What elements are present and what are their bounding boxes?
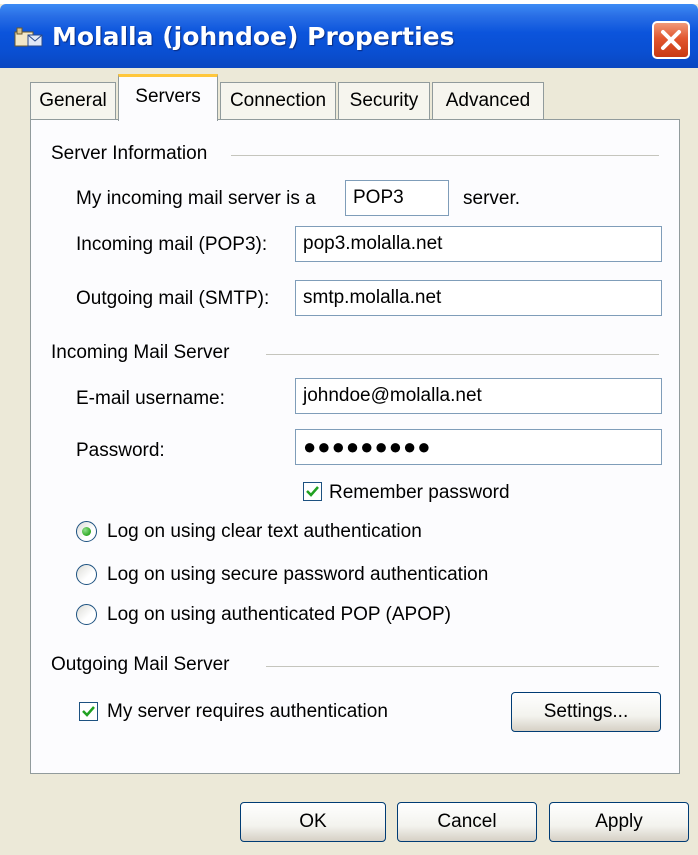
auth-apop-label[interactable]: Log on using authenticated POP (APOP) [107, 604, 451, 626]
server-information-heading: Server Information [51, 143, 208, 164]
password-label: Password: [76, 440, 165, 461]
remember-password-checkbox[interactable] [303, 482, 322, 501]
auth-secure-password-label[interactable]: Log on using secure password authenticat… [107, 564, 488, 586]
server-type-suffix: server. [463, 188, 521, 209]
auth-secure-password-radio[interactable] [76, 564, 97, 585]
outgoing-mail-label: Outgoing mail (SMTP): [76, 288, 270, 309]
properties-dialog: Molalla (johndoe) Properties General Ser… [0, 4, 698, 855]
requires-authentication-label[interactable]: My server requires authentication [107, 701, 388, 723]
email-username-input[interactable]: johndoe@molalla.net [295, 378, 662, 414]
close-button[interactable] [652, 21, 690, 59]
radio-selected-dot [82, 527, 91, 536]
auth-clear-text-label[interactable]: Log on using clear text authentication [107, 521, 422, 543]
tab-servers[interactable]: Servers [118, 74, 218, 121]
title-bar[interactable]: Molalla (johndoe) Properties [0, 4, 698, 68]
remember-password-label[interactable]: Remember password [329, 482, 510, 504]
ok-button[interactable]: OK [240, 802, 386, 842]
incoming-mail-input[interactable]: pop3.molalla.net [295, 226, 662, 262]
window-title: Molalla (johndoe) Properties [52, 22, 455, 51]
requires-authentication-checkbox[interactable] [79, 702, 98, 721]
auth-apop-radio[interactable] [76, 604, 97, 625]
checkmark-icon [306, 486, 319, 497]
incoming-mail-label: Incoming mail (POP3): [76, 234, 268, 255]
group-divider [266, 354, 659, 355]
incoming-mail-server-heading: Incoming Mail Server [51, 342, 230, 363]
group-divider [231, 155, 659, 156]
auth-clear-text-radio[interactable] [76, 521, 97, 542]
settings-button[interactable]: Settings... [511, 692, 661, 732]
outgoing-mail-input[interactable]: smtp.molalla.net [295, 280, 662, 316]
server-type-field: POP3 [345, 180, 449, 216]
tab-advanced[interactable]: Advanced [432, 82, 544, 120]
mail-account-icon [14, 27, 43, 47]
tab-security[interactable]: Security [338, 82, 430, 120]
outgoing-mail-server-heading: Outgoing Mail Server [51, 654, 230, 675]
email-username-label: E-mail username: [76, 388, 225, 409]
password-input[interactable]: ●●●●●●●●● [295, 429, 662, 465]
apply-button[interactable]: Apply [549, 802, 689, 842]
tab-general[interactable]: General [30, 82, 116, 120]
group-divider [266, 666, 659, 667]
server-type-prefix: My incoming mail server is a [76, 188, 316, 209]
cancel-button[interactable]: Cancel [397, 802, 537, 842]
close-icon [661, 30, 681, 50]
tab-connection[interactable]: Connection [220, 82, 336, 120]
checkmark-icon [82, 706, 95, 717]
servers-tab-panel: Server Information My incoming mail serv… [30, 119, 680, 774]
